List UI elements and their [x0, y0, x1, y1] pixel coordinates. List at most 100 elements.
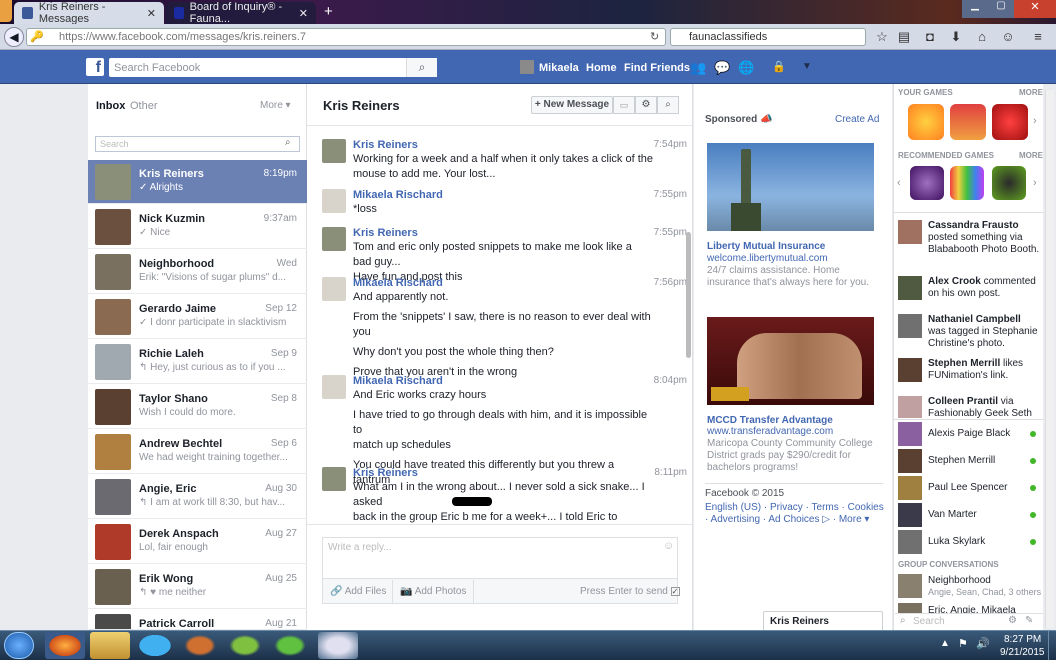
action-center-flag-icon[interactable]: ⚑ [958, 637, 968, 650]
tab-other[interactable]: Other [130, 100, 158, 112]
game-icon-rec-2[interactable] [950, 166, 984, 200]
explorer-taskbar-icon[interactable] [90, 632, 130, 659]
games-prev-icon[interactable]: ‹ [897, 177, 901, 189]
ticker-actor[interactable]: Stephen Merrill [928, 358, 1000, 369]
paint-taskbar-icon[interactable] [318, 632, 358, 659]
tray-up-arrow-icon[interactable]: ▲ [940, 638, 950, 649]
skype-taskbar-icon[interactable] [135, 632, 175, 659]
conversation-item[interactable]: Kris Reiners 8:19pm ✓ Alrights [88, 160, 307, 204]
close-tab-icon[interactable]: ✕ [147, 7, 156, 20]
show-desktop-button[interactable] [1048, 631, 1056, 660]
profile-link[interactable]: Mikaela [539, 62, 579, 74]
conversation-item[interactable]: Gerardo Jaime Sep 12 ✓ I donr participate … [88, 295, 307, 339]
ticker-actor[interactable]: Colleen Prantil [928, 396, 998, 407]
menu-icon[interactable]: ≡ [1030, 29, 1046, 45]
checkbox-icon[interactable]: ✓ [670, 587, 680, 596]
thread-search-icon[interactable]: ⌕ [657, 96, 679, 114]
bookmarks-icon[interactable]: ▤ [896, 29, 912, 45]
firefox-taskbar-icon[interactable] [45, 632, 85, 659]
notifications-icon[interactable]: 🌐 [738, 60, 754, 76]
ad-url[interactable]: www.transferadvantage.com [707, 426, 833, 437]
emoji-icon[interactable]: ☺ [663, 540, 674, 552]
inbox-search-input[interactable]: Search [95, 136, 300, 152]
conversation-item[interactable]: Patrick Carroll Aug 21 [88, 610, 307, 630]
ad-title[interactable]: Liberty Mutual Insurance [707, 241, 825, 252]
online-friend-item[interactable]: Paul Lee Spencer [898, 476, 1043, 500]
press-enter-toggle[interactable]: Press Enter to send ✓ [580, 586, 680, 597]
online-friend-item[interactable]: Luka Skylark [898, 530, 1043, 554]
pocket-icon[interactable]: ◘ [922, 29, 938, 45]
conversation-item[interactable]: Richie Laleh Sep 9 ↰ Hey, just curious as … [88, 340, 307, 384]
firefox-menu-button[interactable] [0, 0, 12, 22]
chat-compose-icon[interactable]: ✎ [1025, 615, 1033, 626]
avatar[interactable] [322, 227, 346, 251]
message-sender[interactable]: Kris Reiners [353, 467, 418, 479]
avatar[interactable] [322, 277, 346, 301]
group-name[interactable]: Neighborhood [928, 575, 991, 586]
avatar[interactable] [322, 139, 346, 163]
gear-icon[interactable]: ⚙ [635, 96, 657, 114]
ad-url[interactable]: welcome.libertymutual.com [707, 253, 828, 264]
avatar[interactable] [322, 189, 346, 213]
new-message-button[interactable]: + New Message [531, 96, 613, 114]
online-friend-item[interactable]: Stephen Merrill [898, 449, 1043, 473]
chat-gear-icon[interactable]: ⚙ [1008, 615, 1017, 626]
facebook-search-input[interactable]: Search Facebook [109, 58, 437, 77]
start-button[interactable] [4, 632, 34, 659]
video-call-icon[interactable]: ▭ [613, 96, 635, 114]
downloads-icon[interactable]: ⬇ [948, 29, 964, 45]
reload-icon[interactable]: ↻ [650, 30, 659, 43]
ticker-actor[interactable]: Nathaniel Campbell [928, 314, 1021, 325]
game-icon-rec-3[interactable] [992, 166, 1026, 200]
reply-input[interactable]: Write a reply... [322, 537, 678, 579]
app-taskbar-icon[interactable] [225, 632, 265, 659]
game-icon-trivia[interactable] [908, 104, 944, 140]
browser-search-input[interactable]: faunaclassifieds [670, 28, 866, 46]
clock-date[interactable]: 9/21/2015 [1000, 647, 1045, 658]
game-taskbar-icon[interactable] [180, 632, 220, 659]
ticker-actor[interactable]: Alex Crook [928, 276, 981, 287]
privacy-shortcuts-icon[interactable]: 🔒 [772, 60, 786, 73]
search-icon[interactable]: ⌕ [285, 137, 291, 148]
conversation-item[interactable]: Taylor Shano Sep 8 Wish I could do more. [88, 385, 307, 429]
ad-image-liberty[interactable] [707, 143, 874, 231]
group-avatar[interactable] [898, 603, 922, 613]
new-tab-button[interactable]: + [324, 3, 333, 20]
tab-board-of-inquiry[interactable]: Board of Inquiry® - Fauna... ✕ [166, 1, 316, 25]
chat-search-input[interactable]: Search [895, 613, 1043, 630]
sidebar-scrollbar[interactable] [1045, 90, 1054, 628]
message-sender[interactable]: Mikaela Rischard [353, 375, 443, 387]
conversation-item[interactable]: Erik Wong Aug 25 ↰ ♥ me neither [88, 565, 307, 609]
conversation-item[interactable]: Nick Kuzmin 9:37am ✓ Nice [88, 205, 307, 249]
tab-messages[interactable]: Kris Reiners - Messages ✕ [14, 1, 164, 25]
ticker-item[interactable]: Colleen Prantil via Fashionably Geek Set… [898, 396, 1043, 418]
your-games-more-link[interactable]: MORE [1019, 88, 1043, 97]
home-link[interactable]: Home [586, 62, 617, 74]
games-next-icon[interactable]: › [1033, 115, 1037, 127]
conversation-item[interactable]: Neighborhood Wed Erik: "Visions of sugar p… [88, 250, 307, 294]
tab-inbox[interactable]: Inbox [96, 100, 125, 112]
bookmark-star-icon[interactable]: ☆ [874, 29, 890, 45]
conversation-item[interactable]: Andrew Bechtel Sep 6 We had weight trainin… [88, 430, 307, 474]
message-sender[interactable]: Kris Reiners [353, 227, 418, 239]
ad-title[interactable]: MCCD Transfer Advantage [707, 415, 833, 426]
add-photos-button[interactable]: 📷 Add Photos [400, 586, 466, 597]
group-avatar[interactable] [898, 574, 922, 598]
back-button[interactable]: ◀ [4, 27, 24, 47]
group-name[interactable]: Eric, Angie, Mikaela [928, 604, 1016, 613]
facebook-logo[interactable]: f [86, 58, 104, 76]
ticker-item[interactable]: Nathaniel Campbell was tagged in Stephan… [898, 314, 1043, 350]
game-icon-rec-1[interactable] [910, 166, 944, 200]
messages-icon[interactable]: 💬 [714, 60, 730, 76]
clock-time[interactable]: 8:27 PM [1004, 634, 1041, 645]
ticker-actor[interactable]: Cassandra Frausto [928, 220, 1019, 231]
minimize-icon[interactable]: ▁ [962, 0, 988, 18]
scrollbar-thumb[interactable] [686, 232, 691, 358]
chat-tab[interactable]: Kris Reiners [763, 611, 883, 630]
android-taskbar-icon[interactable] [270, 632, 310, 659]
message-sender[interactable]: Mikaela Rischard [353, 189, 443, 201]
ticker-item[interactable]: Cassandra Frausto posted something via B… [898, 220, 1043, 256]
game-icon-farmtown[interactable] [950, 104, 986, 140]
close-window-icon[interactable]: ✕ [1014, 0, 1056, 18]
message-sender[interactable]: Kris Reiners [353, 139, 418, 151]
